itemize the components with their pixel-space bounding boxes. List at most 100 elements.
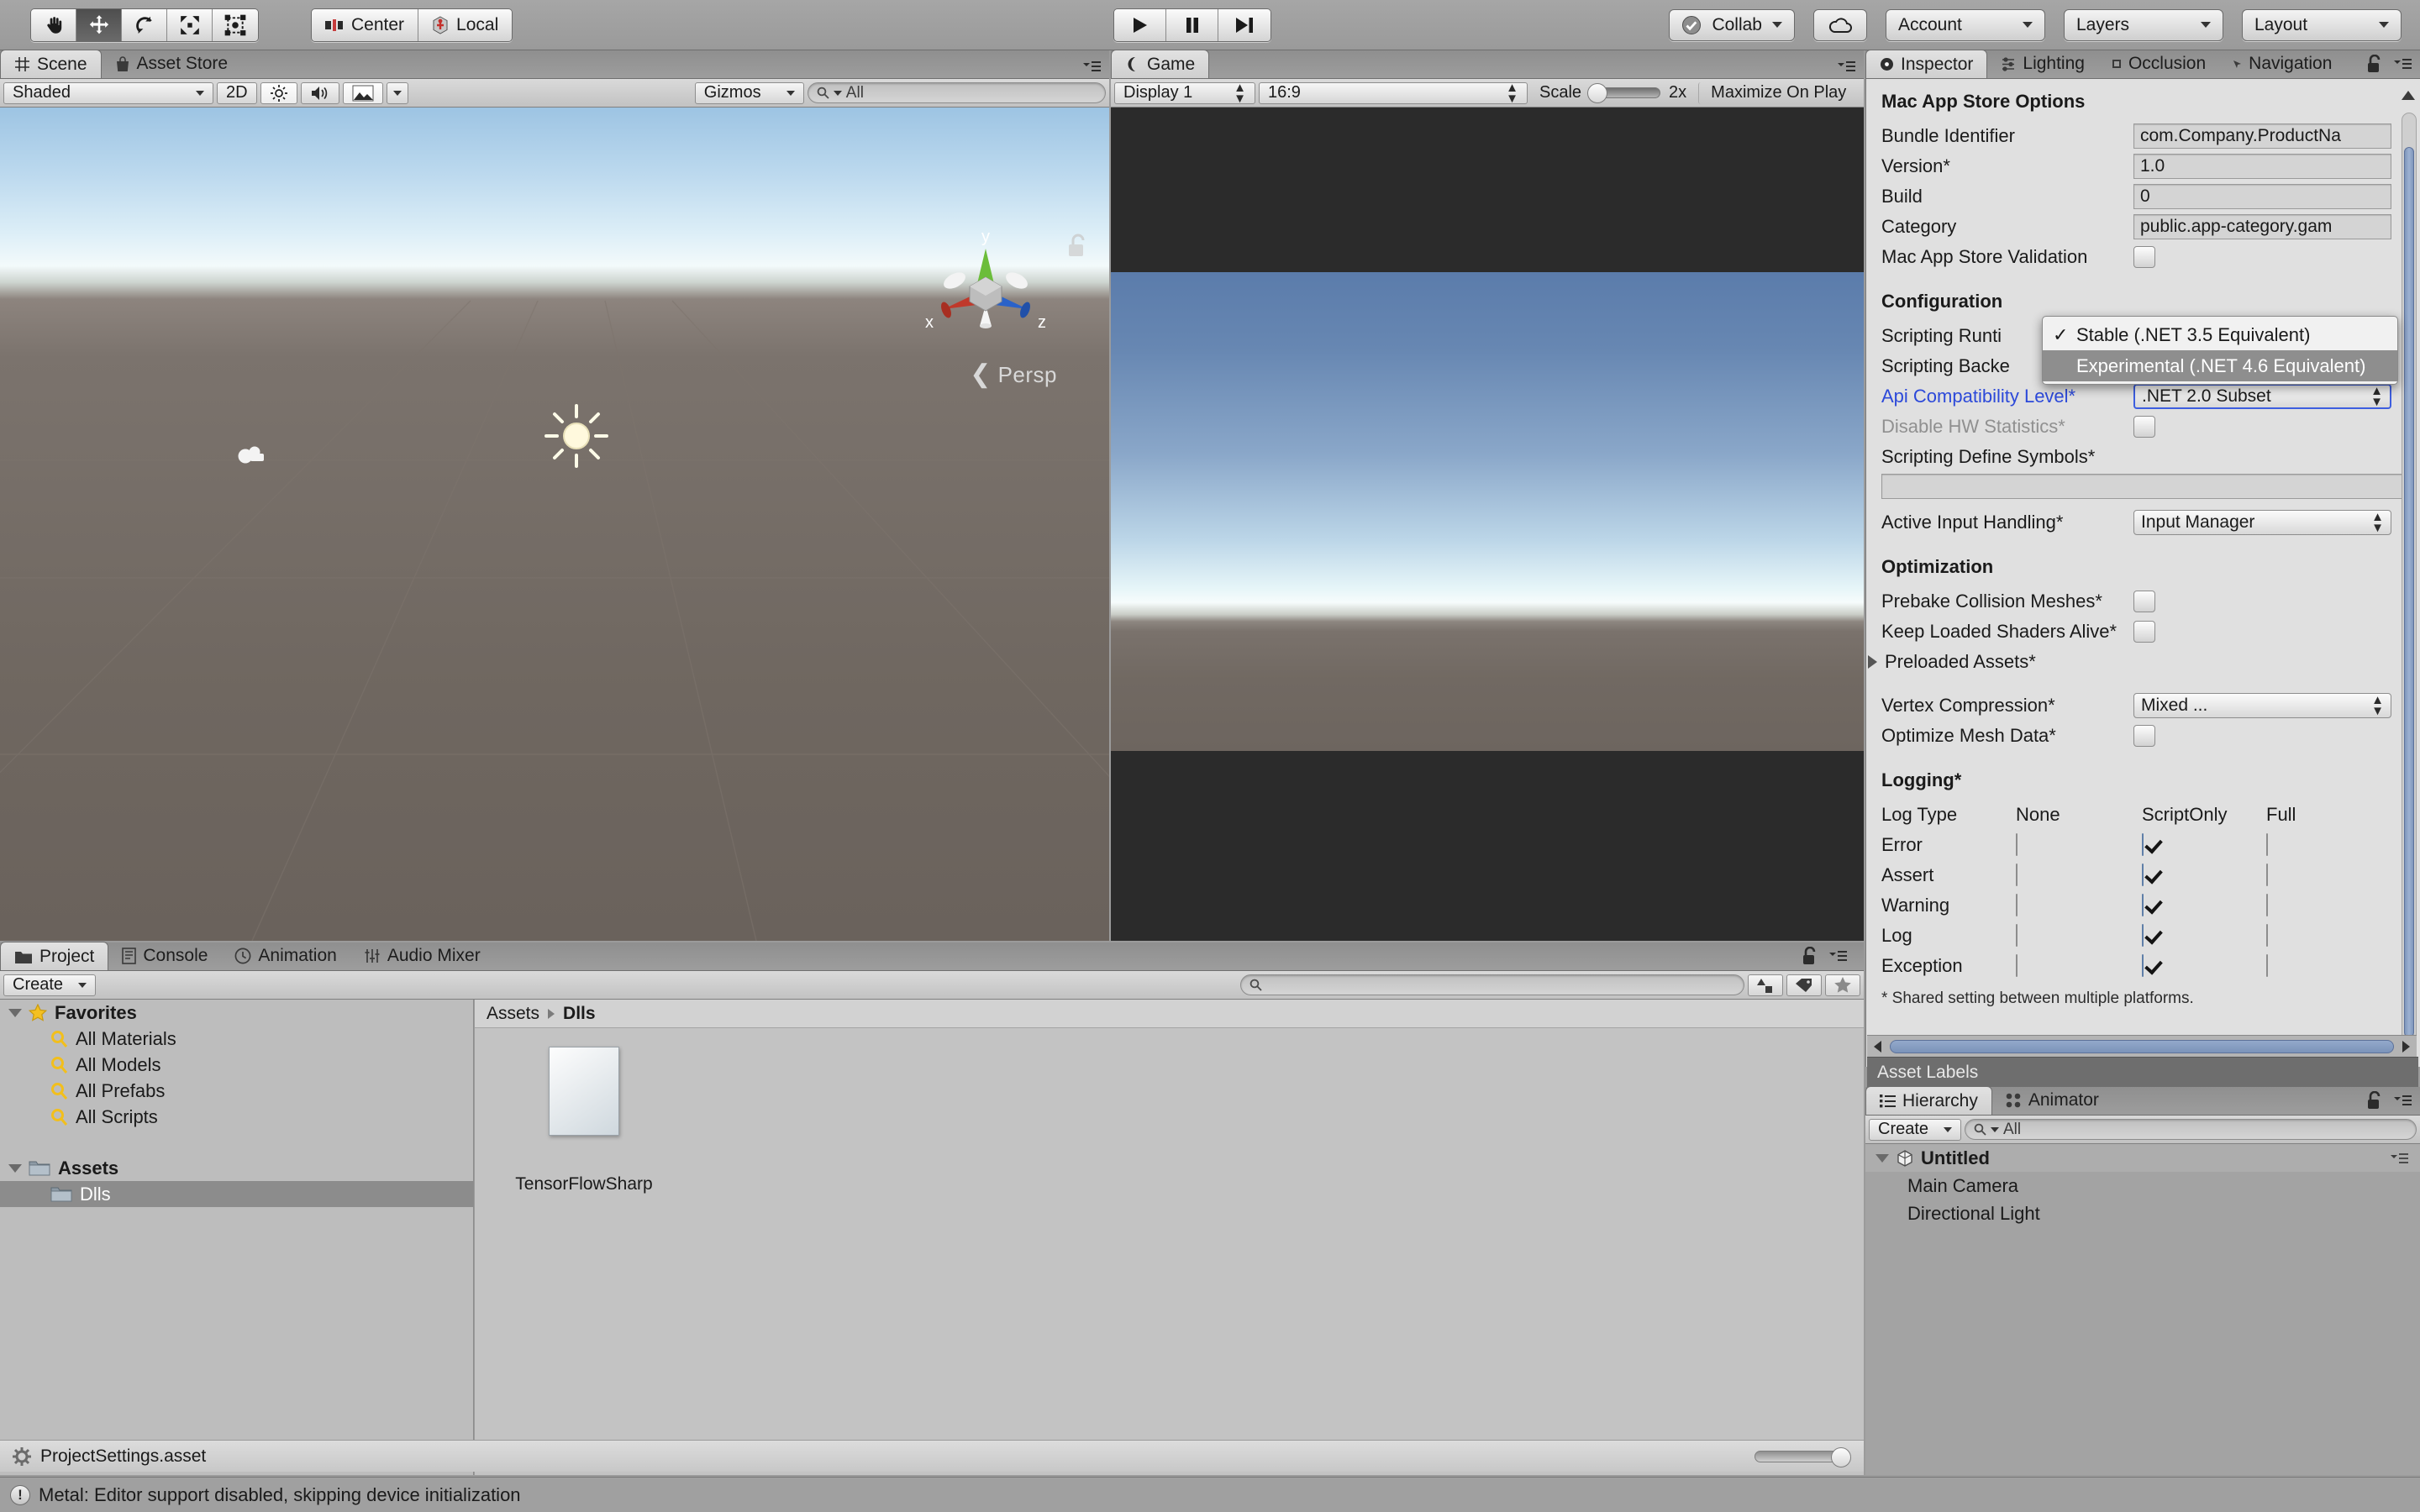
log-log-scriptonly-checkbox[interactable] [2142,924,2144,947]
scale-tool-button[interactable] [167,8,213,41]
rect-tool-button[interactable] [213,8,258,41]
move-tool-button[interactable] [76,8,122,41]
log-exception-none-checkbox[interactable] [2016,954,2018,977]
log-exception-scriptonly-checkbox[interactable] [2142,954,2144,977]
inspector-vertical-scrollbar[interactable] [2402,113,2417,1067]
log-warning-scriptonly-checkbox[interactable] [2142,894,2144,916]
filter-by-type-button[interactable] [1748,974,1783,996]
disable-hw-stats-checkbox[interactable] [2133,416,2155,438]
editor-status-bar[interactable]: ! Metal: Editor support disabled, skippi… [0,1477,2420,1512]
tab-occlusion[interactable]: Occlusion [2098,50,2219,78]
project-favorites-root[interactable]: Favorites [0,1000,473,1026]
scene-axis-gizmo[interactable]: y x z [914,225,1057,368]
hierarchy-scene-root[interactable]: Untitled [1865,1144,2420,1172]
game-viewport[interactable] [1111,108,1864,941]
directional-light-gizmo[interactable] [538,397,615,475]
log-assert-full-checkbox[interactable] [2266,864,2268,886]
breadcrumb-dlls[interactable]: Dlls [563,1004,596,1024]
tab-game[interactable]: Game [1111,50,1210,78]
preloaded-assets-row[interactable]: Preloaded Assets* [1868,647,2417,677]
expand-arrow-icon[interactable] [8,1163,22,1173]
log-log-full-checkbox[interactable] [2266,924,2268,947]
pivot-mode-button[interactable]: Center [312,8,419,41]
version-input[interactable]: 1.0 [2133,154,2391,179]
scene-fx-dropdown[interactable] [386,81,408,104]
hierarchy-tab-controls[interactable] [2366,1091,2413,1110]
scripting-define-symbols-input[interactable] [1881,474,2403,499]
asset-labels-bar[interactable]: Asset Labels [1867,1057,2418,1087]
project-favorite-all-materials[interactable]: All Materials [0,1026,473,1052]
tab-project[interactable]: Project [0,942,109,970]
log-assert-scriptonly-checkbox[interactable] [2142,864,2144,886]
foldout-arrow-icon[interactable] [1868,655,1877,669]
2d-toggle-button[interactable]: 2D [217,81,257,104]
hierarchy-item-directional-light[interactable]: Directional Light [1865,1200,2420,1227]
log-error-scriptonly-checkbox[interactable] [2142,833,2144,856]
project-favorite-all-prefabs[interactable]: All Prefabs [0,1078,473,1104]
log-error-full-checkbox[interactable] [2266,833,2268,856]
hamburger-icon[interactable] [2388,1152,2410,1164]
scroll-right-arrow-icon[interactable] [2398,1039,2413,1054]
asset-zoom-knob[interactable] [1831,1446,1851,1467]
inspector-scrollbar-thumb[interactable] [2404,147,2414,1037]
layout-button[interactable]: Layout [2242,8,2402,41]
hamburger-icon[interactable] [2391,57,2413,71]
lock-icon[interactable] [2366,55,2383,73]
log-assert-none-checkbox[interactable] [2016,864,2018,886]
scene-audio-toggle[interactable] [300,81,339,104]
hierarchy-item-main-camera[interactable]: Main Camera [1865,1172,2420,1200]
tab-hierarchy[interactable]: Hierarchy [1865,1086,1992,1115]
gizmos-dropdown[interactable]: Gizmos [694,81,804,104]
build-input[interactable]: 0 [2133,184,2391,209]
keep-shaders-alive-checkbox[interactable] [2133,621,2155,643]
pivot-rotation-button[interactable]: Local [418,8,513,41]
scroll-up-arrow-icon[interactable] [2402,91,2415,100]
project-tab-controls[interactable] [1802,947,1849,965]
game-tab-menu[interactable] [1835,60,1857,73]
log-log-none-checkbox[interactable] [2016,924,2018,947]
hierarchy-create-button[interactable]: Create [1869,1118,1961,1141]
optimize-mesh-data-checkbox[interactable] [2133,725,2155,747]
expand-arrow-icon[interactable] [1876,1153,1889,1163]
vertex-compression-dropdown[interactable]: Mixed ... ▲ ▼ [2133,693,2391,718]
asset-item-tensorflowsharp[interactable]: TensorFlowSharp [508,1047,660,1194]
project-create-button[interactable]: Create [3,974,96,996]
main-camera-gizmo[interactable] [234,442,272,470]
hscrollbar-thumb[interactable] [1890,1039,2394,1053]
log-exception-full-checkbox[interactable] [2266,954,2268,977]
filter-by-label-button[interactable] [1786,974,1822,996]
log-warning-full-checkbox[interactable] [2266,894,2268,916]
category-input[interactable]: public.app-category.gam [2133,214,2391,239]
project-favorite-all-models[interactable]: All Models [0,1052,473,1078]
scale-slider[interactable] [1587,83,1661,103]
tab-animator[interactable]: Animator [1992,1086,2112,1115]
scene-tab-menu[interactable] [1081,60,1102,73]
project-favorite-all-scripts[interactable]: All Scripts [0,1104,473,1130]
bundle-identifier-input[interactable]: com.Company.ProductNa [2133,123,2391,149]
tab-animation[interactable]: Animation [221,942,350,970]
scene-search-input[interactable]: All [807,82,1107,103]
hamburger-icon[interactable] [1827,949,1849,963]
hierarchy-search-input[interactable]: All [1965,1119,2417,1140]
maximize-on-play-button[interactable]: Maximize On Play [1698,81,1854,104]
lock-icon[interactable] [1802,947,1818,965]
active-input-handling-dropdown[interactable]: Input Manager ▲ ▼ [2133,510,2391,535]
display-dropdown[interactable]: Display 1 ▲ ▼ [1114,81,1255,105]
inspector-tab-controls[interactable] [2366,55,2413,73]
pause-button[interactable] [1166,8,1218,41]
log-error-none-checkbox[interactable] [2016,833,2018,856]
project-folder-dlls[interactable]: Dlls [0,1181,473,1207]
account-button[interactable]: Account [1886,8,2045,41]
scroll-left-arrow-icon[interactable] [1870,1039,1886,1054]
project-search-input[interactable] [1240,974,1744,995]
log-warning-none-checkbox[interactable] [2016,894,2018,916]
hamburger-icon[interactable] [2391,1094,2413,1107]
tab-asset-store[interactable]: Asset Store [102,50,242,78]
scale-slider-handle[interactable] [1587,83,1608,103]
inspector-horizontal-scrollbar[interactable] [1867,1035,2417,1057]
favorites-filter-button[interactable] [1825,974,1860,996]
hand-tool-button[interactable] [31,8,76,41]
lock-icon[interactable] [1067,234,1089,259]
tab-scene[interactable]: Scene [0,50,102,78]
play-button[interactable] [1114,8,1166,41]
